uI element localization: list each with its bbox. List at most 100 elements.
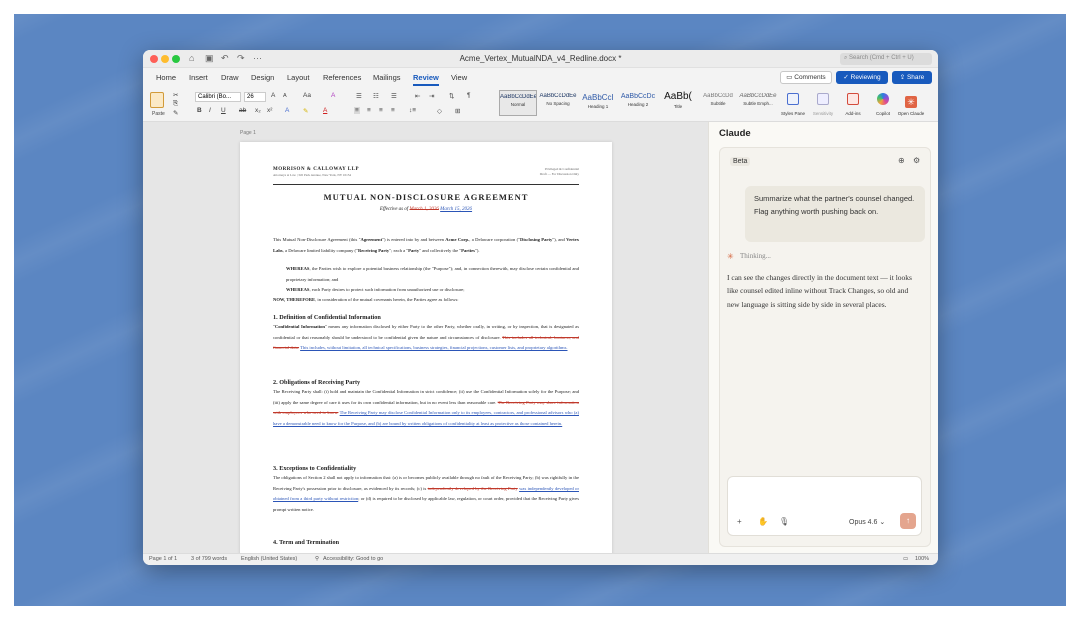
style-label: Subtle Emph...: [743, 101, 773, 106]
comments-button[interactable]: ▭ Comments: [780, 71, 832, 84]
tab-layout[interactable]: Layout: [287, 73, 310, 82]
style-label: Normal: [510, 102, 526, 107]
document-meta: Privileged & Confidential Draft — For Di…: [540, 167, 579, 177]
deleted-text: March 1, 2026: [409, 207, 439, 212]
party-name: Acme Corp.: [445, 237, 470, 242]
tab-insert[interactable]: Insert: [189, 73, 208, 82]
bold-icon[interactable]: B: [197, 107, 202, 114]
language-status[interactable]: English (United States): [241, 556, 297, 562]
attach-icon[interactable]: +: [737, 517, 742, 526]
grow-font-icon[interactable]: A: [271, 92, 275, 99]
inserted-text: March 15, 2026: [440, 207, 473, 212]
line-spacing-icon[interactable]: ↕≡: [409, 107, 416, 114]
font-size-select[interactable]: 26: [244, 92, 266, 102]
clear-formatting-icon[interactable]: A: [331, 92, 335, 99]
shading-icon[interactable]: ◇: [437, 107, 442, 115]
align-right-icon[interactable]: ≡: [379, 107, 383, 114]
header-rule: [273, 184, 579, 185]
text-run: , in consideration of the mutual covenan…: [315, 297, 459, 302]
firm-name: MORRISON & CALLOWAY LLP: [273, 167, 359, 172]
bullets-icon[interactable]: ☰: [356, 92, 362, 100]
borders-icon[interactable]: ⊞: [455, 107, 460, 115]
tools-icon[interactable]: ✋: [758, 517, 768, 526]
model-selector[interactable]: Opus 4.6 ⌄: [849, 518, 885, 526]
history-icon[interactable]: ⊕: [898, 156, 905, 165]
superscript-icon[interactable]: x²: [267, 107, 272, 114]
defined-term: Agreement: [360, 237, 383, 242]
zoom-level[interactable]: 100%: [915, 556, 929, 562]
word-count[interactable]: 3 of 799 words: [191, 556, 227, 562]
microphone-icon[interactable]: 🎙: [779, 517, 789, 526]
share-button[interactable]: ⇪ Share: [892, 71, 932, 84]
paste-icon[interactable]: [150, 92, 164, 108]
strikethrough-icon[interactable]: ab: [239, 107, 246, 114]
message-input[interactable]: + ✋ 🎙 Opus 4.6 ⌄ ↑: [727, 476, 922, 536]
justify-icon[interactable]: ≡: [391, 107, 395, 114]
style-subtle-emphasis[interactable]: AaBbCcDdEe Subtle Emph...: [739, 90, 777, 116]
decrease-indent-icon[interactable]: ⇤: [415, 92, 420, 100]
meta-line: Draft — For Discussion Only: [539, 172, 579, 176]
text-effects-icon[interactable]: A: [285, 107, 289, 114]
tab-review[interactable]: Review: [413, 73, 439, 86]
comments-label: Comments: [794, 74, 826, 81]
settings-icon[interactable]: ⚙: [913, 156, 920, 165]
reviewing-button[interactable]: ✓ Reviewing: [836, 71, 888, 84]
claude-panel-title: Claude: [719, 128, 751, 139]
text-run: ").: [474, 247, 480, 253]
deleted-text: independently developed by the Receiving…: [427, 485, 518, 491]
highlight-icon[interactable]: ✎: [303, 107, 308, 115]
style-subtitle[interactable]: AaBbCcDd Subtitle: [699, 90, 737, 116]
claude-chat-card: Beta ⊕ ⚙ Summarize what the partner's co…: [719, 147, 931, 547]
page-count[interactable]: Page 1 of 1: [149, 556, 177, 562]
copy-icon[interactable]: ⎘: [173, 100, 178, 108]
tab-view[interactable]: View: [451, 73, 467, 82]
style-heading-2[interactable]: AaBbCcDc Heading 2: [619, 90, 657, 116]
style-no-spacing[interactable]: AaBbCcDdEe No Spacing: [539, 90, 577, 116]
format-painter-icon[interactable]: ✎: [173, 109, 178, 117]
accessibility-status[interactable]: Accessibility: Good to go: [323, 556, 383, 562]
text-run: " and collectively the ": [419, 247, 462, 253]
section-heading: 4. Term and Termination: [273, 539, 340, 546]
view-mode-icon[interactable]: ▭: [903, 556, 908, 562]
numbering-icon[interactable]: ☷: [373, 92, 379, 100]
tab-home[interactable]: Home: [156, 73, 176, 82]
word-window: ⌂ ▣ ↶ ↷ ··· Acme_Vertex_MutualNDA_v4_Red…: [143, 50, 938, 565]
italic-icon[interactable]: I: [209, 107, 211, 114]
underline-icon[interactable]: U: [221, 107, 226, 114]
style-preview: AaBbCcDc: [620, 93, 656, 100]
paragraph-marks-icon[interactable]: ¶: [467, 92, 471, 99]
multilevel-list-icon[interactable]: ☰: [391, 92, 397, 100]
document-page[interactable]: MORRISON & CALLOWAY LLP Attorneys at Law…: [240, 142, 612, 553]
increase-indent-icon[interactable]: ⇥: [429, 92, 434, 100]
user-message: Summarize what the partner's counsel cha…: [745, 186, 925, 242]
font-color-icon[interactable]: A: [323, 107, 327, 114]
sort-icon[interactable]: ⇅: [449, 92, 454, 100]
font-name-select[interactable]: Calibri (Bo...: [195, 92, 241, 102]
send-button[interactable]: ↑: [900, 513, 916, 529]
subscript-icon[interactable]: x₂: [255, 107, 261, 114]
tab-draw[interactable]: Draw: [221, 73, 239, 82]
text-run: , a Delaware corporation (": [469, 237, 521, 242]
text-run: "; each a ": [389, 247, 409, 253]
sensitivity-icon: [817, 93, 829, 105]
cut-icon[interactable]: ✂: [173, 91, 178, 99]
tab-references[interactable]: References: [323, 73, 361, 82]
style-normal[interactable]: AaBbCcDdEe Normal: [499, 90, 537, 116]
tab-mailings[interactable]: Mailings: [373, 73, 401, 82]
sensitivity-button[interactable]: Sensitivity: [809, 92, 837, 117]
text-run: , the Parties wish to explore a potentia…: [286, 266, 579, 282]
tab-design[interactable]: Design: [251, 73, 274, 82]
sensitivity-label: Sensitivity: [812, 111, 834, 116]
styles-pane-button[interactable]: Styles Pane: [779, 92, 807, 117]
align-left-icon[interactable]: ≡: [354, 107, 360, 114]
open-claude-button[interactable]: ✳ Open Claude: [897, 92, 925, 117]
add-ins-button[interactable]: Add-ins: [839, 92, 867, 117]
copilot-button[interactable]: Copilot: [869, 92, 897, 117]
style-heading-1[interactable]: AaBbCcI Heading 1: [579, 90, 617, 116]
search-input[interactable]: ⌕ Search (Cmd + Ctrl + U): [840, 53, 932, 65]
change-case-icon[interactable]: Aa: [303, 92, 311, 99]
align-center-icon[interactable]: ≡: [367, 107, 371, 114]
style-title[interactable]: AaBb( Title: [659, 90, 697, 116]
shrink-font-icon[interactable]: A: [283, 93, 287, 99]
style-label: Heading 2: [627, 102, 649, 107]
